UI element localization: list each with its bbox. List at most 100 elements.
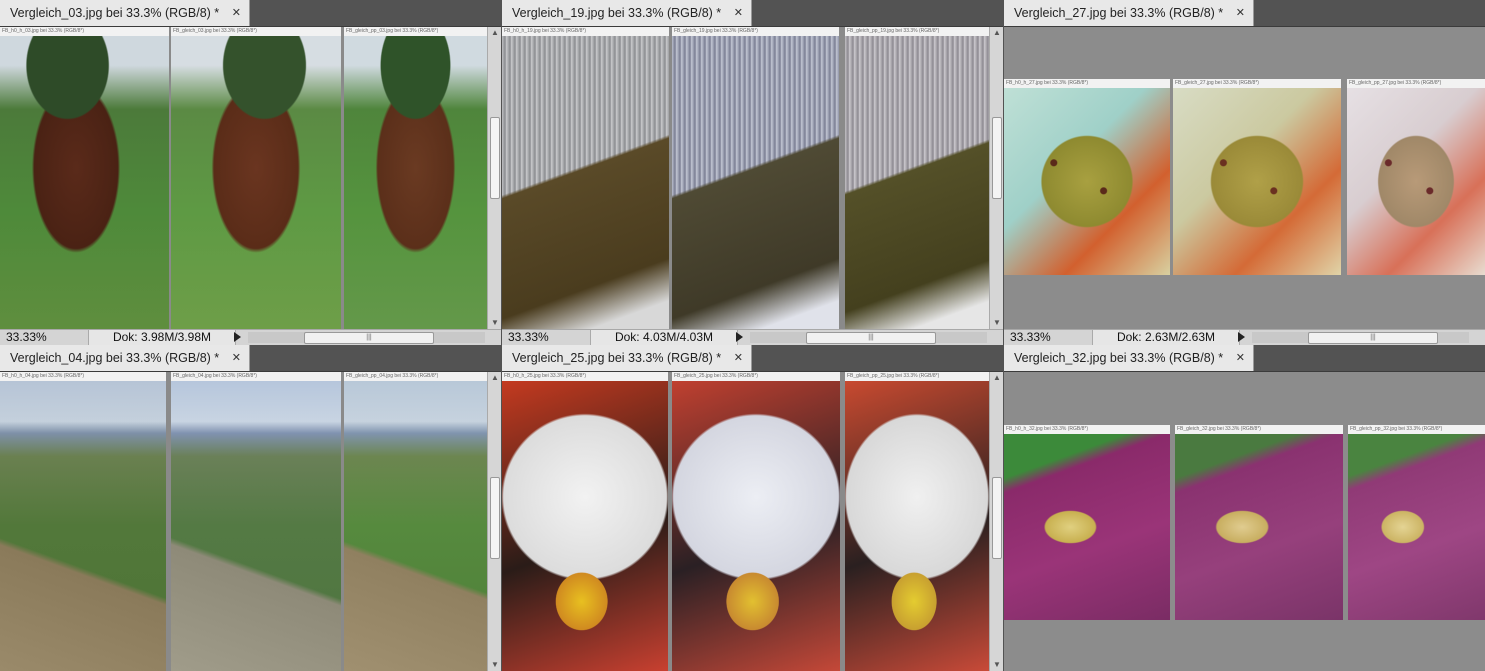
- document-canvas[interactable]: FB_h0_h_27.jpg bei 33.3% (RGB/8*) FB_gle…: [1004, 27, 1485, 329]
- document-window-19: Vergleich_19.jpg bei 33.3% (RGB/8) * ✕ F…: [502, 0, 1003, 345]
- vertical-scrollbar[interactable]: ▲ ▼: [989, 372, 1003, 671]
- document-size: Dok: 4.03M/4.03M: [590, 330, 738, 345]
- document-canvas[interactable]: FB_h0_h_04.jpg bei 33.3% (RGB/8*) FB_gle…: [0, 372, 487, 671]
- image-window-title: FB_h0_h_27.jpg bei 33.3% (RGB/8*): [1004, 79, 1170, 88]
- tab-label: Vergleich_27.jpg bei 33.3% (RGB/8) *: [1014, 6, 1224, 20]
- image-window-title: FB_h0_h_25.jpg bei 33.3% (RGB/8*): [502, 372, 668, 381]
- image-window-2[interactable]: FB_gleich_03.jpg bei 33.3% (RGB/8*): [171, 27, 341, 329]
- image-window-2[interactable]: FB_gleich_19.jpg bei 33.3% (RGB/8*): [672, 27, 839, 329]
- tab-bar: Vergleich_03.jpg bei 33.3% (RGB/8) * ✕: [0, 0, 501, 27]
- document-window-25: Vergleich_25.jpg bei 33.3% (RGB/8) * ✕ F…: [502, 345, 1003, 671]
- image-window-title: FB_gleich_25.jpg bei 33.3% (RGB/8*): [672, 372, 840, 381]
- close-icon[interactable]: ✕: [232, 345, 241, 371]
- image-window-3[interactable]: FB_gleich_pp_04.jpg bei 33.3% (RGB/8*): [344, 372, 487, 671]
- close-icon[interactable]: ✕: [734, 345, 743, 371]
- tab-vergleich-25[interactable]: Vergleich_25.jpg bei 33.3% (RGB/8) * ✕: [502, 345, 752, 371]
- document-canvas[interactable]: FB_h0_h_25.jpg bei 33.3% (RGB/8*) FB_gle…: [502, 372, 989, 671]
- orchid-photo: [1347, 88, 1485, 275]
- vertical-scrollbar[interactable]: ▲ ▼: [989, 27, 1003, 329]
- document-canvas[interactable]: FB_h0_h_19.jpg bei 33.3% (RGB/8*) FB_gle…: [502, 27, 989, 329]
- scroll-down-arrow-icon[interactable]: ▼: [990, 659, 1003, 671]
- scroll-up-arrow-icon[interactable]: ▲: [990, 27, 1003, 39]
- status-bar: 33.33% Dok: 3.98M/3.98M |||: [0, 329, 501, 345]
- document-window-27: Vergleich_27.jpg bei 33.3% (RGB/8) * ✕ F…: [1004, 0, 1485, 345]
- tab-vergleich-19[interactable]: Vergleich_19.jpg bei 33.3% (RGB/8) * ✕: [502, 0, 752, 26]
- image-window-2[interactable]: FB_gleich_32.jpg bei 33.3% (RGB/8*): [1175, 425, 1343, 620]
- image-window-2[interactable]: FB_gleich_25.jpg bei 33.3% (RGB/8*): [672, 372, 840, 671]
- tab-vergleich-04[interactable]: Vergleich_04.jpg bei 33.3% (RGB/8) * ✕: [0, 345, 250, 371]
- flower-photo: [1348, 434, 1485, 620]
- horizontal-scrollbar[interactable]: |||: [248, 332, 485, 344]
- document-canvas[interactable]: FB_h0_h_32.jpg bei 33.3% (RGB/8*) FB_gle…: [1004, 372, 1485, 671]
- horse-photo: [0, 36, 169, 329]
- image-window-title: FB_h0_h_32.jpg bei 33.3% (RGB/8*): [1004, 425, 1170, 434]
- scroll-up-arrow-icon[interactable]: ▲: [488, 372, 501, 384]
- close-icon[interactable]: ✕: [1236, 345, 1245, 371]
- image-window-3[interactable]: FB_gleich_pp_25.jpg bei 33.3% (RGB/8*): [845, 372, 989, 671]
- image-window-1[interactable]: FB_h0_h_03.jpg bei 33.3% (RGB/8*): [0, 27, 169, 329]
- status-bar: 33.33% Dok: 4.03M/4.03M |||: [502, 329, 1003, 345]
- zoom-level[interactable]: 33.33%: [1010, 330, 1051, 345]
- tab-vergleich-03[interactable]: Vergleich_03.jpg bei 33.3% (RGB/8) * ✕: [0, 0, 250, 26]
- image-window-2[interactable]: FB_gleich_04.jpg bei 33.3% (RGB/8*): [171, 372, 341, 671]
- scroll-grip-icon[interactable]: [490, 117, 500, 199]
- image-window-3[interactable]: FB_gleich_pp_27.jpg bei 33.3% (RGB/8*): [1347, 79, 1485, 275]
- orchid-photo: [845, 381, 989, 671]
- tab-vergleich-27[interactable]: Vergleich_27.jpg bei 33.3% (RGB/8) * ✕: [1004, 0, 1254, 26]
- close-icon[interactable]: ✕: [1236, 0, 1245, 26]
- image-window-title: FB_gleich_pp_27.jpg bei 33.3% (RGB/8*): [1347, 79, 1485, 88]
- tab-label: Vergleich_25.jpg bei 33.3% (RGB/8) *: [512, 351, 722, 365]
- orchid-photo: [1004, 88, 1170, 275]
- horizontal-scrollbar[interactable]: |||: [750, 332, 987, 344]
- scroll-down-arrow-icon[interactable]: ▼: [990, 317, 1003, 329]
- scroll-up-arrow-icon[interactable]: ▲: [990, 372, 1003, 384]
- tab-label: Vergleich_19.jpg bei 33.3% (RGB/8) *: [512, 6, 722, 20]
- scroll-down-arrow-icon[interactable]: ▼: [488, 659, 501, 671]
- scroll-down-arrow-icon[interactable]: ▼: [488, 317, 501, 329]
- image-window-3[interactable]: FB_gleich_pp_03.jpg bei 33.3% (RGB/8*): [344, 27, 487, 329]
- document-window-03: Vergleich_03.jpg bei 33.3% (RGB/8) * ✕ F…: [0, 0, 501, 345]
- image-window-1[interactable]: FB_h0_h_19.jpg bei 33.3% (RGB/8*): [502, 27, 669, 329]
- tab-label: Vergleich_04.jpg bei 33.3% (RGB/8) *: [10, 351, 220, 365]
- image-window-1[interactable]: FB_h0_h_32.jpg bei 33.3% (RGB/8*): [1004, 425, 1170, 620]
- document-window-04: Vergleich_04.jpg bei 33.3% (RGB/8) * ✕ F…: [0, 345, 501, 671]
- scroll-grip-icon[interactable]: |||: [806, 332, 936, 344]
- image-window-title: FB_h0_h_19.jpg bei 33.3% (RGB/8*): [502, 27, 669, 36]
- play-icon[interactable]: [234, 332, 241, 342]
- image-window-2[interactable]: FB_gleich_27.jpg bei 33.3% (RGB/8*): [1173, 79, 1341, 275]
- image-window-3[interactable]: FB_gleich_pp_19.jpg bei 33.3% (RGB/8*): [845, 27, 989, 329]
- play-icon[interactable]: [736, 332, 743, 342]
- vertical-scrollbar[interactable]: ▲ ▼: [487, 27, 501, 329]
- zoom-level[interactable]: 33.33%: [508, 330, 549, 345]
- close-icon[interactable]: ✕: [232, 0, 241, 26]
- horse-photo: [344, 36, 487, 329]
- image-window-1[interactable]: FB_h0_h_27.jpg bei 33.3% (RGB/8*): [1004, 79, 1170, 275]
- document-size: Dok: 2.63M/2.63M: [1092, 330, 1240, 345]
- close-icon[interactable]: ✕: [734, 0, 743, 26]
- image-window-3[interactable]: FB_gleich_pp_32.jpg bei 33.3% (RGB/8*): [1348, 425, 1485, 620]
- zoom-level[interactable]: 33.33%: [6, 330, 47, 345]
- image-window-title: FB_gleich_pp_04.jpg bei 33.3% (RGB/8*): [344, 372, 487, 381]
- document-window-32: Vergleich_32.jpg bei 33.3% (RGB/8) * ✕ F…: [1004, 345, 1485, 671]
- scroll-grip-icon[interactable]: |||: [1308, 332, 1438, 344]
- image-window-title: FB_gleich_pp_25.jpg bei 33.3% (RGB/8*): [845, 372, 989, 381]
- image-window-1[interactable]: FB_h0_h_25.jpg bei 33.3% (RGB/8*): [502, 372, 668, 671]
- scroll-up-arrow-icon[interactable]: ▲: [488, 27, 501, 39]
- play-icon[interactable]: [1238, 332, 1245, 342]
- scroll-grip-icon[interactable]: [992, 117, 1002, 199]
- scroll-grip-icon[interactable]: [490, 477, 500, 559]
- image-window-title: FB_gleich_19.jpg bei 33.3% (RGB/8*): [672, 27, 839, 36]
- status-bar: 33.33% Dok: 2.63M/2.63M |||: [1004, 329, 1485, 345]
- image-window-title: FB_h0_h_04.jpg bei 33.3% (RGB/8*): [0, 372, 166, 381]
- image-window-title: FB_gleich_27.jpg bei 33.3% (RGB/8*): [1173, 79, 1341, 88]
- vertical-scrollbar[interactable]: ▲ ▼: [487, 372, 501, 671]
- image-window-1[interactable]: FB_h0_h_04.jpg bei 33.3% (RGB/8*): [0, 372, 166, 671]
- scroll-grip-icon[interactable]: |||: [304, 332, 434, 344]
- document-canvas[interactable]: FB_h0_h_03.jpg bei 33.3% (RGB/8*) FB_gle…: [0, 27, 487, 329]
- horizontal-scrollbar[interactable]: |||: [1252, 332, 1469, 344]
- tab-vergleich-32[interactable]: Vergleich_32.jpg bei 33.3% (RGB/8) * ✕: [1004, 345, 1254, 371]
- landscape-photo: [171, 381, 341, 671]
- scroll-grip-icon[interactable]: [992, 477, 1002, 559]
- image-window-title: FB_gleich_04.jpg bei 33.3% (RGB/8*): [171, 372, 341, 381]
- image-window-title: FB_h0_h_03.jpg bei 33.3% (RGB/8*): [0, 27, 169, 36]
